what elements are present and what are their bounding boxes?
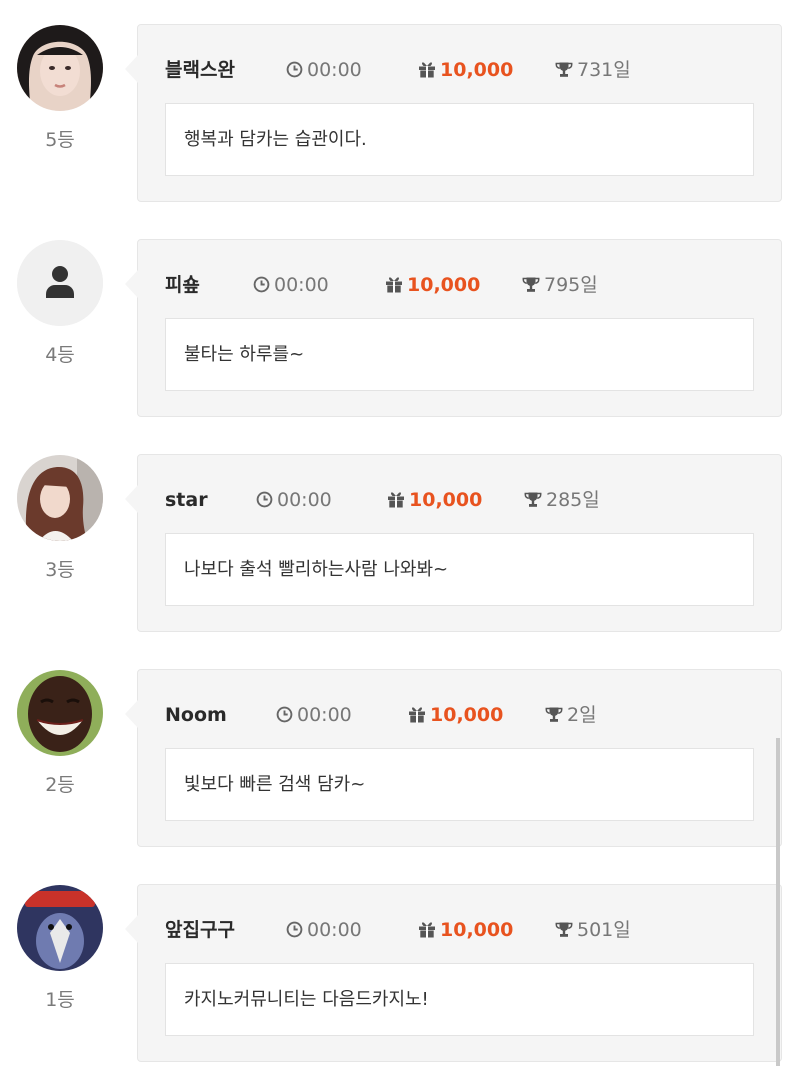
user-name[interactable]: 앞집구구 [165, 917, 235, 943]
points-reward: 10,000 [408, 702, 503, 728]
attendance-card: Noom 00:00 10,000 2일 빛보다 빠른 검색 담카~ [125, 669, 782, 847]
attendance-entry: 1등 앞집구구 00:00 10,000 501일 카지노커뮤니티는 다음드카지… [0, 884, 800, 1065]
attendance-card: 앞집구구 00:00 10,000 501일 카지노커뮤니티는 다음드카지노! [125, 884, 782, 1062]
speech-arrow [125, 915, 138, 943]
rank-label: 3등 [45, 559, 75, 581]
profile-photo-woman-icon [17, 455, 103, 541]
points-value: 10,000 [440, 59, 514, 81]
profile-photo-laughing-kid-icon [17, 670, 103, 756]
entry-meta: Noom 00:00 10,000 2일 [165, 702, 765, 728]
attendance-card: 블랙스완 00:00 10,000 731일 행복과 담카는 습관이다. [125, 24, 782, 202]
points-reward: 10,000 [385, 272, 480, 298]
time-value: 00:00 [274, 274, 329, 296]
attendance-days: 731일 [555, 57, 631, 83]
attendance-entry: 4등 피숖 00:00 10,000 795일 불타는 하루를~ [0, 239, 800, 420]
avatar[interactable] [17, 885, 103, 971]
message-box: 행복과 담카는 습관이다. [165, 103, 754, 176]
trophy-icon [522, 277, 540, 292]
check-in-time: 00:00 [256, 487, 332, 513]
attendance-card: 피숖 00:00 10,000 795일 불타는 하루를~ [125, 239, 782, 417]
points-reward: 10,000 [387, 487, 482, 513]
attendance-days: 285일 [524, 487, 600, 513]
clock-icon [286, 921, 303, 938]
gift-icon [386, 277, 402, 293]
default-user-icon [17, 240, 103, 326]
time-value: 00:00 [277, 489, 332, 511]
avatar[interactable] [17, 240, 103, 326]
speech-arrow [125, 270, 138, 298]
gift-icon [388, 492, 404, 508]
attendance-card: star 00:00 10,000 285일 나보다 출석 빨리하는사람 나와봐… [125, 454, 782, 632]
days-value: 501일 [577, 919, 631, 941]
check-in-time: 00:00 [276, 702, 352, 728]
time-value: 00:00 [297, 704, 352, 726]
points-value: 10,000 [440, 919, 514, 941]
avatar[interactable] [17, 455, 103, 541]
trophy-icon [555, 62, 573, 77]
avatar[interactable] [17, 25, 103, 111]
entry-meta: 블랙스완 00:00 10,000 731일 [165, 57, 765, 83]
scrollbar[interactable] [776, 738, 780, 1066]
entry-meta: 앞집구구 00:00 10,000 501일 [165, 917, 765, 943]
points-value: 10,000 [409, 489, 483, 511]
message-box: 카지노커뮤니티는 다음드카지노! [165, 963, 754, 1036]
attendance-days: 501일 [555, 917, 631, 943]
attendance-entry: 5등 블랙스완 00:00 10,000 731일 행복과 담카는 습관이다. [0, 24, 800, 205]
message-box: 나보다 출석 빨리하는사람 나와봐~ [165, 533, 754, 606]
days-value: 731일 [577, 59, 631, 81]
trophy-icon [524, 492, 542, 507]
clock-icon [276, 706, 293, 723]
points-reward: 10,000 [418, 57, 513, 83]
days-value: 2일 [567, 704, 597, 726]
days-value: 795일 [544, 274, 598, 296]
entry-meta: 피숖 00:00 10,000 795일 [165, 272, 765, 298]
points-value: 10,000 [407, 274, 481, 296]
points-reward: 10,000 [418, 917, 513, 943]
attendance-entry: 3등 star 00:00 10,000 285일 나보다 출석 빨리하는사람 … [0, 454, 800, 635]
rank-label: 4등 [45, 344, 75, 366]
points-value: 10,000 [430, 704, 504, 726]
days-value: 285일 [546, 489, 600, 511]
message-box: 불타는 하루를~ [165, 318, 754, 391]
check-in-time: 00:00 [253, 272, 329, 298]
rank-label: 2등 [45, 774, 75, 796]
profile-photo-woman-icon [17, 25, 103, 111]
trophy-icon [555, 922, 573, 937]
check-in-time: 00:00 [286, 57, 362, 83]
avatar[interactable] [17, 670, 103, 756]
rank-label: 5등 [45, 129, 75, 151]
user-name[interactable]: 블랙스완 [165, 57, 235, 83]
clock-icon [253, 276, 270, 293]
message-box: 빛보다 빠른 검색 담카~ [165, 748, 754, 821]
check-in-time: 00:00 [286, 917, 362, 943]
speech-arrow [125, 485, 138, 513]
gift-icon [419, 922, 435, 938]
attendance-days: 795일 [522, 272, 598, 298]
trophy-icon [545, 707, 563, 722]
gift-icon [419, 62, 435, 78]
gift-icon [409, 707, 425, 723]
time-value: 00:00 [307, 919, 362, 941]
rank-label: 1등 [45, 989, 75, 1011]
speech-arrow [125, 55, 138, 83]
user-name[interactable]: star [165, 487, 208, 513]
clock-icon [256, 491, 273, 508]
entry-meta: star 00:00 10,000 285일 [165, 487, 765, 513]
speech-arrow [125, 700, 138, 728]
user-name[interactable]: Noom [165, 702, 227, 728]
attendance-entry: 2등 Noom 00:00 10,000 2일 빛보다 빠른 검색 담카~ [0, 669, 800, 850]
attendance-days: 2일 [545, 702, 597, 728]
profile-photo-penguin-icon [17, 885, 103, 971]
time-value: 00:00 [307, 59, 362, 81]
user-name[interactable]: 피숖 [165, 272, 200, 298]
clock-icon [286, 61, 303, 78]
